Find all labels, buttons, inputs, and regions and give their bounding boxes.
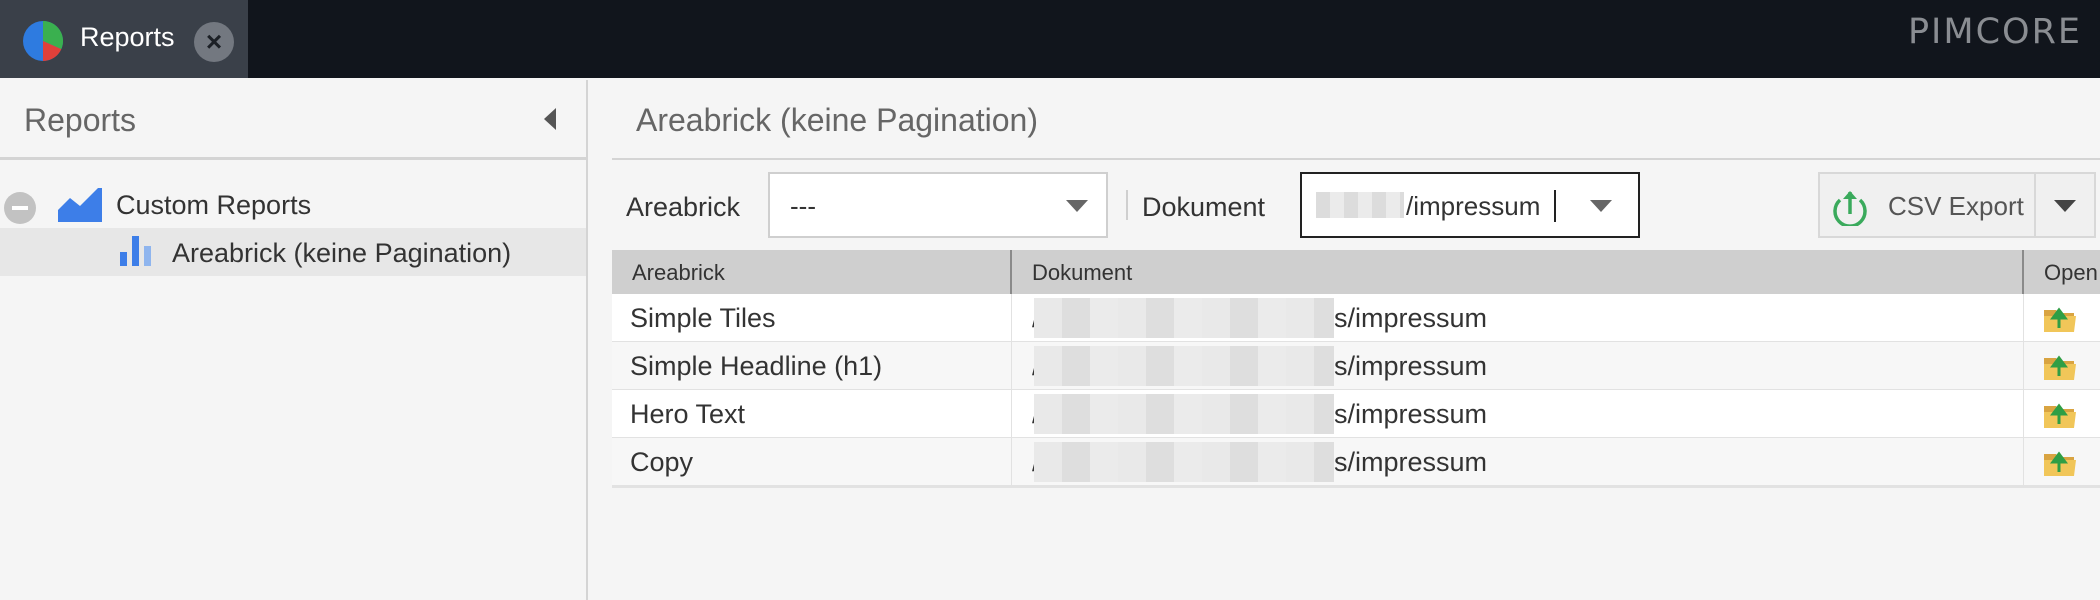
grid-header: Areabrick Dokument Open (612, 250, 2100, 294)
tab-label: Reports (80, 22, 175, 52)
csv-export-label: CSV Export (1888, 191, 2024, 221)
table-row[interactable]: Copy / s/impressum (612, 438, 2100, 486)
text-cursor (1554, 190, 1556, 222)
cell-open (2024, 438, 2100, 486)
tab-reports[interactable]: Reports × (0, 0, 248, 78)
cell-open (2024, 294, 2100, 342)
reports-panel: Reports Custom Reports Areabrick (keine … (0, 80, 588, 600)
tree-item-custom-reports[interactable]: Custom Reports (0, 180, 586, 228)
blurred-text (1034, 442, 1334, 482)
pimcore-logo: PIMCORE (1907, 12, 2082, 52)
blurred-text (1034, 298, 1334, 338)
dokument-suffix: s/impressum (1334, 351, 1488, 381)
dokument-suffix: s/impressum (1334, 303, 1488, 333)
cell-areabrick: Simple Headline (h1) (612, 342, 1012, 390)
area-chart-icon (58, 188, 102, 222)
cell-dokument: / s/impressum (1012, 294, 2024, 342)
csv-export-button[interactable]: CSV Export (1818, 172, 2036, 238)
report-panel: Areabrick (keine Pagination) Areabrick -… (612, 80, 2100, 600)
tree-item-areabrick-report[interactable]: Areabrick (keine Pagination) (0, 228, 586, 276)
close-icon[interactable]: × (194, 22, 234, 62)
grid-bottom-border (612, 486, 2100, 488)
column-header-areabrick[interactable]: Areabrick (612, 250, 1012, 294)
report-title: Areabrick (keine Pagination) (636, 102, 1038, 138)
reports-panel-header: Reports (0, 80, 586, 160)
cell-areabrick: Hero Text (612, 390, 1012, 438)
areabrick-filter-label: Areabrick (626, 192, 741, 222)
dokument-suffix: s/impressum (1334, 399, 1488, 429)
report-header: Areabrick (keine Pagination) (612, 80, 2100, 160)
chevron-down-icon[interactable] (1590, 200, 1612, 212)
areabrick-select[interactable]: --- (768, 172, 1108, 238)
export-icon (1833, 191, 1867, 226)
dokument-select-value: /impressum (1406, 191, 1541, 221)
cell-dokument: / s/impressum (1012, 390, 2024, 438)
report-grid: Areabrick Dokument Open Simple Tiles / s… (612, 250, 2100, 488)
column-header-open[interactable]: Open (2024, 250, 2100, 294)
column-header-dokument[interactable]: Dokument (1012, 250, 2024, 294)
cell-open (2024, 342, 2100, 390)
blurred-text (1034, 394, 1334, 434)
blurred-text (1316, 192, 1404, 218)
cell-areabrick: Simple Tiles (612, 294, 1012, 342)
collapse-left-icon[interactable] (544, 108, 556, 130)
pie-chart-icon (23, 20, 64, 62)
top-bar: Reports × PIMCORE (0, 0, 2100, 78)
csv-export-menu-button[interactable] (2034, 172, 2096, 238)
open-folder-icon[interactable] (2044, 352, 2078, 380)
bar-chart-icon (120, 236, 151, 266)
tree-label: Custom Reports (116, 190, 312, 220)
blurred-text (1034, 346, 1334, 386)
dokument-suffix: s/impressum (1334, 447, 1488, 477)
chevron-down-icon[interactable] (1066, 200, 1088, 212)
chevron-down-icon (2054, 200, 2076, 212)
cell-areabrick: Copy (612, 438, 1012, 486)
tree-label: Areabrick (keine Pagination) (172, 238, 512, 268)
cell-dokument: / s/impressum (1012, 342, 2024, 390)
table-row[interactable]: Simple Tiles / s/impressum (612, 294, 2100, 342)
areabrick-select-value: --- (790, 191, 816, 221)
dokument-select[interactable]: /impressum (1300, 172, 1640, 238)
dokument-filter-label: Dokument (1142, 192, 1266, 222)
open-folder-icon[interactable] (2044, 304, 2078, 332)
open-folder-icon[interactable] (2044, 448, 2078, 476)
open-folder-icon[interactable] (2044, 400, 2078, 428)
panel-title: Reports (24, 102, 137, 138)
cell-open (2024, 390, 2100, 438)
panel-splitter[interactable] (588, 80, 612, 600)
toolbar-separator (1126, 190, 1128, 220)
collapse-node-icon[interactable] (4, 192, 36, 224)
table-row[interactable]: Simple Headline (h1) / s/impressum (612, 342, 2100, 390)
table-row[interactable]: Hero Text / s/impressum (612, 390, 2100, 438)
cell-dokument: / s/impressum (1012, 438, 2024, 486)
